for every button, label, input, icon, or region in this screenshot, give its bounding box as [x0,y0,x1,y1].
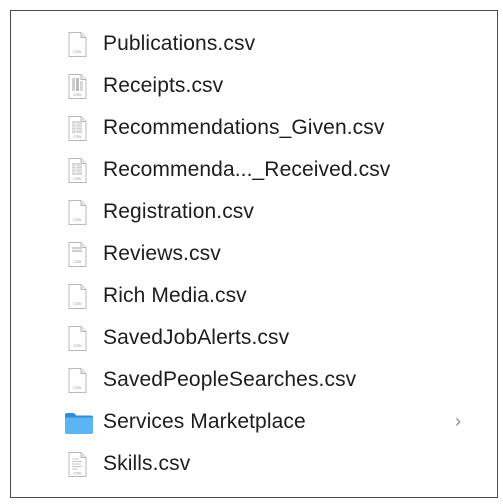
svg-text:CSV: CSV [73,301,82,306]
csv-file-icon: CSV [64,31,90,58]
list-item-saved-job-alerts[interactable]: CSV SavedJobAlerts.csv [11,317,497,359]
csv-spreadsheet-icon: CSV [64,73,90,100]
file-list: CSV Publications.csv CSV Receipts.csv CS… [11,23,497,485]
list-item-recommendations-given[interactable]: CSV Recommendations_Given.csv [11,107,497,149]
list-item-reviews[interactable]: CSV Reviews.csv [11,233,497,275]
csv-file-icon: CSV [64,283,90,310]
csv-spreadsheet-icon: CSV [64,115,90,142]
svg-text:CSV: CSV [73,92,82,97]
file-name: Recommenda..._Received.csv [103,158,391,181]
csv-spreadsheet-icon: CSV [64,157,90,184]
list-item-recommendations-received[interactable]: CSV Recommenda..._Received.csv [11,149,497,191]
list-item-receipts[interactable]: CSV Receipts.csv [11,65,497,107]
svg-text:CSV: CSV [73,471,82,476]
finder-file-list-window: CSV Publications.csv CSV Receipts.csv CS… [10,10,498,498]
svg-text:CSV: CSV [73,176,82,181]
list-item-saved-people-searches[interactable]: CSV SavedPeopleSearches.csv [11,359,497,401]
list-item-rich-media[interactable]: CSV Rich Media.csv [11,275,497,317]
file-name: SavedPeopleSearches.csv [103,368,357,391]
svg-text:CSV: CSV [73,217,82,222]
file-name: Receipts.csv [103,74,224,97]
file-name: Publications.csv [103,32,256,55]
csv-file-icon: CSV [64,367,90,394]
disclosure-chevron-icon[interactable]: › [455,411,461,432]
svg-text:CSV: CSV [73,259,82,264]
svg-text:CSV: CSV [73,134,82,139]
csv-file-icon: CSV [64,325,90,352]
csv-file-icon: CSV [64,199,90,226]
list-item-services-marketplace-folder[interactable]: Services Marketplace › [11,401,497,443]
folder-icon [64,409,93,436]
file-name: Reviews.csv [103,242,221,265]
list-item-skills[interactable]: CSV Skills.csv [11,443,497,485]
svg-text:CSV: CSV [73,49,82,54]
file-name: Registration.csv [103,200,254,223]
csv-spreadsheet-icon: CSV [64,241,90,268]
file-name: SavedJobAlerts.csv [103,326,290,349]
file-name: Rich Media.csv [103,284,247,307]
svg-text:CSV: CSV [73,385,82,390]
folder-name: Services Marketplace [103,410,306,433]
csv-text-icon: CSV [64,451,90,478]
list-item-publications[interactable]: CSV Publications.csv [11,23,497,65]
list-item-registration[interactable]: CSV Registration.csv [11,191,497,233]
svg-text:CSV: CSV [73,343,82,348]
file-name: Skills.csv [103,452,191,475]
file-name: Recommendations_Given.csv [103,116,385,139]
